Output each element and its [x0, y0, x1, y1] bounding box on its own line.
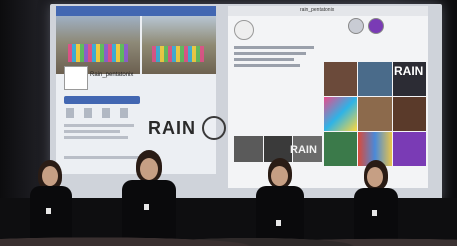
- name-badge: [372, 210, 377, 216]
- rain-logo-grid: RAIN: [394, 64, 424, 78]
- head: [42, 166, 58, 186]
- fb-text-line: [64, 124, 134, 127]
- grid-photo: [358, 97, 392, 131]
- ig-username: rain_pentatonix: [300, 7, 335, 13]
- ig-bio-line: [234, 64, 300, 67]
- cover-photo-2: [142, 16, 216, 74]
- grid-photo: [358, 62, 392, 96]
- fb-text-line: [64, 130, 120, 133]
- rain-logo-row: RAIN: [290, 144, 317, 156]
- fb-icon-row: [66, 108, 138, 118]
- ig-story-highlight-2: [368, 18, 384, 34]
- name-badge: [46, 208, 51, 214]
- facebook-page-mockup: Rain_pentatonix RAIN: [56, 6, 226, 174]
- ig-bio-line: [234, 52, 306, 55]
- ig-story-highlight: [348, 18, 364, 34]
- facebook-header-bar: [56, 6, 216, 16]
- ig-bio-line: [234, 58, 294, 61]
- head: [367, 167, 383, 187]
- presentation-scene: Rain_pentatonix RAIN rain_pentatonix RAI…: [0, 0, 457, 246]
- page-name: Rain_pentatonix: [90, 72, 134, 78]
- page-avatar: [64, 66, 88, 90]
- grid-photo: [392, 97, 426, 131]
- grid-photo: [324, 132, 358, 166]
- grid-photo: [324, 97, 358, 131]
- rainbow-installation-image: [68, 44, 128, 62]
- rain-circle-logo: [202, 116, 226, 140]
- ig-bio-line: [234, 46, 314, 49]
- ig-avatar: [234, 20, 254, 40]
- name-badge: [144, 204, 149, 210]
- fb-text-line: [64, 136, 128, 139]
- rain-logo: RAIN: [148, 118, 196, 138]
- fb-action-button: [64, 96, 140, 104]
- head: [271, 166, 288, 186]
- rainbow-installation-image-2: [152, 46, 204, 62]
- audience-heads: [0, 226, 457, 246]
- head: [140, 158, 158, 180]
- grid-photo: [324, 62, 358, 96]
